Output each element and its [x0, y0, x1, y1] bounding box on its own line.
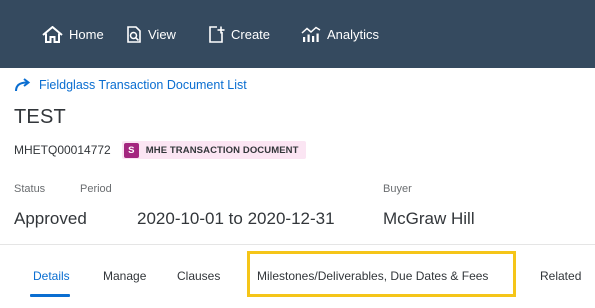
- nav-analytics-label: Analytics: [327, 26, 380, 42]
- tab-clauses[interactable]: Clauses: [177, 245, 220, 307]
- nav-home-label: Home: [69, 26, 104, 42]
- tab-milestones-deliverables[interactable]: Milestones/Deliverables, Due Dates & Fee…: [257, 245, 488, 307]
- analytics-chart-icon: [301, 26, 321, 42]
- period-value: 2020-10-01 to 2020-12-31: [137, 209, 335, 228]
- selected-tab-indicator: [30, 294, 70, 297]
- document-type-tag: S MHE TRANSACTION DOCUMENT: [121, 141, 306, 159]
- top-navigation-bar: Home View Create Analytics: [0, 0, 595, 68]
- status-value: Approved: [14, 209, 87, 228]
- document-type-badge: S: [123, 142, 139, 158]
- document-subtitle: MHETQ00014772 S MHE TRANSACTION DOCUMENT: [14, 140, 306, 160]
- page-title: TEST: [14, 106, 66, 128]
- buyer-value: McGraw Hill: [383, 209, 475, 228]
- period-label: Period: [80, 183, 112, 195]
- tab-manage[interactable]: Manage: [103, 245, 146, 307]
- buyer-label: Buyer: [383, 183, 412, 195]
- tab-details[interactable]: Details: [33, 245, 70, 307]
- breadcrumb-label: Fieldglass Transaction Document List: [39, 78, 247, 92]
- document-type-label: MHE TRANSACTION DOCUMENT: [145, 144, 299, 156]
- breadcrumb-link[interactable]: Fieldglass Transaction Document List: [14, 68, 247, 102]
- nav-create-label: Create: [231, 26, 271, 42]
- tab-related[interactable]: Related: [540, 245, 581, 307]
- home-icon: [42, 25, 63, 43]
- nav-view-button[interactable]: View: [126, 0, 176, 68]
- nav-analytics-button[interactable]: Analytics: [301, 0, 379, 68]
- create-document-icon: [209, 25, 225, 43]
- nav-view-label: View: [148, 26, 176, 42]
- navigate-back-arrow-icon: [15, 78, 31, 92]
- document-id: MHETQ00014772: [14, 143, 111, 157]
- nav-home-button[interactable]: Home: [42, 0, 104, 68]
- nav-create-button[interactable]: Create: [208, 0, 270, 68]
- status-label: Status: [14, 183, 46, 195]
- view-document-icon: [127, 25, 141, 43]
